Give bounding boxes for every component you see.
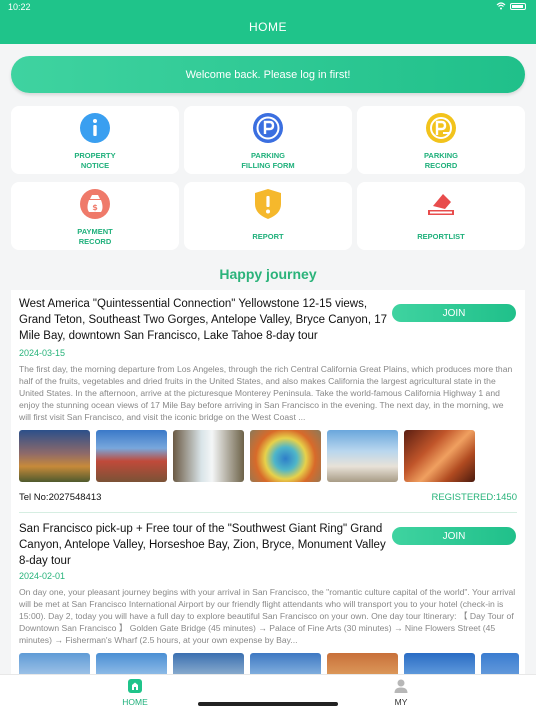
tile-label: PAYMENT RECORD [77, 227, 113, 246]
tile-reportlist[interactable]: REPORTLIST [357, 182, 525, 250]
home-indicator [198, 702, 338, 706]
login-banner[interactable]: Welcome back. Please log in first! [11, 56, 525, 93]
tour-card[interactable]: West America "Quintessential Connection"… [11, 290, 525, 515]
photo-hot-spring[interactable] [250, 430, 321, 482]
tour-title: West America "Quintessential Connection"… [19, 298, 388, 342]
payment-bag-icon: $ [80, 189, 110, 219]
join-button[interactable]: JOIN [392, 527, 516, 545]
tour-date: 2024-02-01 [19, 571, 66, 581]
tour-photos [19, 430, 475, 482]
wifi-icon [496, 2, 506, 10]
tour-tel: Tel No:2027548413 [19, 492, 102, 503]
tour-date: 2024-03-15 [19, 348, 66, 358]
tour-card[interactable]: San Francisco pick-up + Free tour of the… [11, 515, 525, 705]
photo-antelope-canyon[interactable] [404, 430, 475, 482]
tour-title: San Francisco pick-up + Free tour of the… [19, 523, 386, 567]
tab-label: HOME [122, 697, 148, 707]
tile-report[interactable]: REPORT [184, 182, 352, 250]
tile-label: PARKING RECORD [423, 151, 459, 170]
photo-geyser[interactable] [327, 430, 398, 482]
photo-pier[interactable] [96, 430, 167, 482]
tile-parking-filling-form[interactable]: PARKING FILLING FORM [184, 106, 352, 174]
tab-home[interactable]: HOME [75, 675, 195, 708]
tour-description: The first day, the morning departure fro… [19, 364, 513, 422]
header-bar: 10:22 HOME [0, 0, 536, 44]
status-time: 10:22 [8, 2, 31, 12]
join-button[interactable]: JOIN [392, 304, 516, 322]
tile-label: PARKING FILLING FORM [241, 151, 295, 170]
photo-waterfall[interactable] [173, 430, 244, 482]
divider [19, 512, 517, 513]
warning-shield-icon [255, 189, 281, 219]
tile-label: REPORTLIST [417, 232, 465, 241]
tile-label: REPORT [252, 232, 284, 241]
page-title: HOME [249, 20, 287, 34]
photo-hollywood[interactable] [19, 430, 90, 482]
tile-parking-record[interactable]: PARKING RECORD [357, 106, 525, 174]
app-screen: 10:22 HOME Welcome back. Please log in f… [0, 0, 536, 708]
tile-property-notice[interactable]: PROPERTY NOTICE [11, 106, 179, 174]
report-list-icon [428, 194, 454, 215]
info-icon [80, 113, 110, 143]
user-icon [394, 679, 408, 693]
tile-payment-record[interactable]: $ PAYMENT RECORD [11, 182, 179, 250]
tab-my[interactable]: MY [341, 675, 461, 708]
parking-record-icon [426, 113, 456, 143]
status-icons [496, 2, 526, 10]
tour-registered: REGISTERED:1450 [431, 492, 517, 503]
battery-icon [510, 2, 526, 10]
parking-icon [253, 113, 283, 143]
home-icon [128, 679, 142, 693]
section-title: Happy journey [219, 266, 317, 282]
tile-label: PROPERTY NOTICE [74, 151, 116, 170]
tour-description: On day one, your pleasant journey begins… [19, 587, 516, 645]
svg-text:$: $ [92, 203, 98, 212]
tab-label: MY [394, 697, 408, 707]
